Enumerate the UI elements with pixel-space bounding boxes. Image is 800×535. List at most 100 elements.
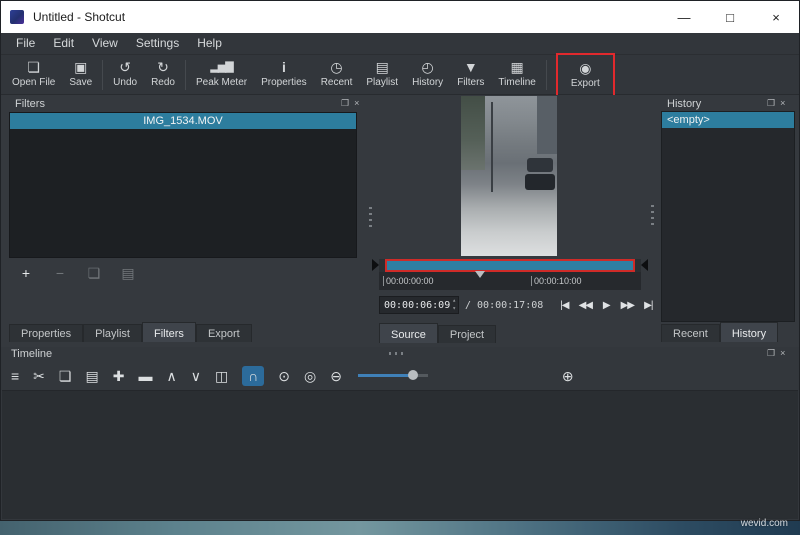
playlist-button[interactable]: ▤ Playlist: [359, 57, 405, 91]
tab-source[interactable]: Source: [379, 323, 438, 343]
zoom-out-icon[interactable]: ⊖: [330, 367, 342, 385]
scrub-while-dragging-icon[interactable]: ⊙: [278, 367, 290, 385]
toolbar-separator: [185, 60, 186, 90]
properties-icon: i: [282, 59, 286, 75]
save-icon: ▣: [74, 59, 87, 75]
zoom-slider-fill: [358, 374, 413, 377]
paste-filters-button[interactable]: ▤: [117, 264, 139, 282]
ripple-delete-icon[interactable]: ▬: [138, 367, 152, 385]
history-list: <empty>: [661, 111, 795, 322]
split-icon[interactable]: ◫: [215, 367, 228, 385]
filters-list: IMG_1534.MOV: [9, 112, 357, 258]
window-title: Untitled - Shotcut: [33, 10, 125, 24]
tab-project[interactable]: Project: [438, 325, 496, 343]
copy-icon[interactable]: ❏: [59, 367, 72, 385]
player-tab-bar: Source Project: [379, 323, 496, 343]
tab-playlist[interactable]: Playlist: [83, 324, 142, 342]
preview-pole-shape: [491, 102, 493, 192]
ripple-all-tracks-icon[interactable]: ◎: [304, 367, 316, 385]
recent-button[interactable]: ◷ Recent: [314, 57, 360, 91]
current-time-field[interactable]: 00:00:06:09 ▴ ▾: [379, 296, 459, 314]
timeline-dock-icons: ❐ ×: [767, 348, 785, 359]
trim-in-marker[interactable]: [372, 259, 379, 271]
close-panel-icon[interactable]: ×: [354, 98, 359, 109]
menu-settings[interactable]: Settings: [127, 33, 188, 54]
right-splitter-handle[interactable]: [651, 205, 654, 225]
minimize-button[interactable]: —: [661, 1, 707, 33]
close-panel-icon[interactable]: ×: [780, 348, 785, 359]
save-button[interactable]: ▣ Save: [62, 57, 99, 91]
append-icon[interactable]: ✚: [113, 367, 125, 385]
lift-icon[interactable]: ∧: [166, 367, 176, 385]
menu-edit[interactable]: Edit: [44, 33, 83, 54]
close-panel-icon[interactable]: ×: [780, 98, 785, 109]
rewind-button[interactable]: ◀◀: [576, 297, 594, 313]
main-toolbar: ❏ Open File ▣ Save ↺ Undo ↻ Redo ▂▅▇ Pea…: [1, 55, 799, 95]
zoom-slider-handle[interactable]: [408, 370, 418, 380]
tab-export[interactable]: Export: [196, 324, 252, 342]
player-scrubber[interactable]: [379, 259, 641, 272]
history-icon: ◴: [422, 59, 434, 75]
current-time-value: 00:00:06:09: [384, 300, 450, 311]
clip-selection-bar[interactable]: [385, 259, 635, 272]
play-button[interactable]: ▶: [597, 297, 615, 313]
copy-filters-button[interactable]: ❏: [83, 264, 105, 282]
menubar: File Edit View Settings Help: [1, 33, 799, 55]
menu-file[interactable]: File: [7, 33, 44, 54]
undo-icon: ↺: [119, 59, 131, 75]
skip-to-start-button[interactable]: |◀: [555, 297, 573, 313]
timeline-button[interactable]: ▦ Timeline: [491, 57, 542, 91]
tab-properties[interactable]: Properties: [9, 324, 83, 342]
add-filter-button[interactable]: +: [15, 264, 37, 282]
maximize-button[interactable]: □: [707, 1, 753, 33]
timeline-zoom-slider[interactable]: [358, 374, 428, 377]
paste-icon[interactable]: ▤: [85, 367, 98, 385]
tab-recent[interactable]: Recent: [661, 324, 720, 342]
left-splitter-handle[interactable]: [369, 207, 372, 227]
zoom-in-icon[interactable]: ⊕: [562, 367, 574, 385]
fast-forward-button[interactable]: ▶▶: [618, 297, 636, 313]
snap-magnet-icon[interactable]: ∩: [242, 366, 264, 386]
screen: Untitled - Shotcut — □ × File Edit View …: [0, 0, 800, 535]
open-file-icon: ❏: [27, 59, 40, 75]
history-button[interactable]: ◴ History: [405, 57, 450, 91]
open-file-button[interactable]: ❏ Open File: [5, 57, 62, 91]
time-spinner: ▴ ▾: [452, 297, 456, 313]
player-time-ruler[interactable]: 00:00:00:00 00:00:10:00: [379, 272, 641, 290]
float-panel-icon[interactable]: ❐: [767, 98, 775, 109]
close-button[interactable]: ×: [753, 1, 799, 33]
playhead-marker[interactable]: [475, 271, 485, 278]
skip-to-end-button[interactable]: ▶|: [639, 297, 657, 313]
export-icon: ◉: [579, 60, 591, 76]
overwrite-icon[interactable]: ∨: [191, 367, 201, 385]
spin-down-icon[interactable]: ▾: [452, 305, 456, 313]
filters-button[interactable]: ▼ Filters: [450, 57, 491, 91]
properties-button[interactable]: i Properties: [254, 57, 314, 91]
ruler-label-start: 00:00:00:00: [383, 276, 434, 286]
tab-filters[interactable]: Filters: [142, 322, 196, 342]
history-empty-item[interactable]: <empty>: [662, 112, 794, 128]
float-panel-icon[interactable]: ❐: [341, 98, 349, 109]
preview-tree-shape: [461, 96, 485, 170]
export-button[interactable]: ◉ Export: [564, 58, 607, 92]
timeline-splitter-handle[interactable]: [389, 352, 407, 355]
left-tab-bar: Properties Playlist Filters Export: [9, 322, 252, 342]
undo-button[interactable]: ↺ Undo: [106, 57, 144, 91]
total-duration-label: / 00:00:17:08: [465, 300, 543, 311]
preview-car-shape: [527, 158, 553, 172]
redo-button[interactable]: ↻ Redo: [144, 57, 182, 91]
tab-history[interactable]: History: [720, 322, 778, 342]
timeline-tracks-area[interactable]: [2, 390, 798, 519]
float-panel-icon[interactable]: ❐: [767, 348, 775, 359]
cut-icon[interactable]: ✂: [33, 367, 45, 385]
peak-meter-button[interactable]: ▂▅▇ Peak Meter: [189, 57, 254, 91]
menu-view[interactable]: View: [83, 33, 127, 54]
remove-filter-button[interactable]: −: [49, 264, 71, 282]
menu-help[interactable]: Help: [188, 33, 231, 54]
timeline-header: Timeline ❐ ×: [1, 347, 799, 362]
trim-out-marker[interactable]: [641, 259, 648, 271]
spin-up-icon[interactable]: ▴: [452, 297, 456, 305]
timeline-menu-icon[interactable]: ≡: [11, 367, 19, 385]
playlist-icon: ▤: [376, 59, 389, 75]
filters-clip-row[interactable]: IMG_1534.MOV: [10, 113, 356, 129]
